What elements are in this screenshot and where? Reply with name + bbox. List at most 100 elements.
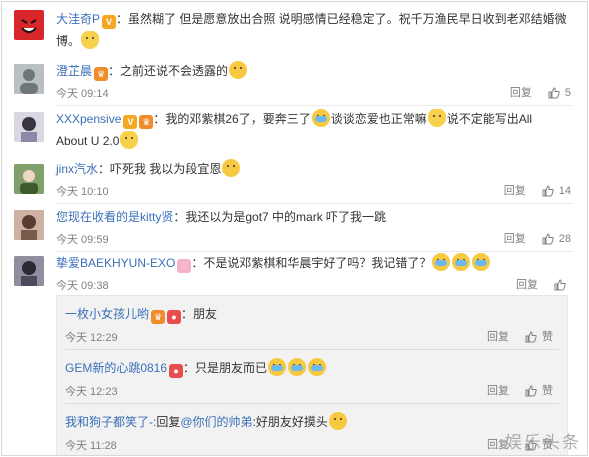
comment-text: ：虽然糊了 但是愿意放出合照 说明感情已经稳定了。祝千万渔民早日收到老邓结婚微 — [116, 12, 567, 26]
comment-text-line: 澄芷晨 ♛ ：之前还说不会透露的 — [56, 60, 577, 82]
thumbs-up-icon[interactable] — [554, 279, 566, 291]
divider — [56, 105, 573, 106]
like-count: 5 — [564, 87, 571, 99]
thumbs-up-icon[interactable] — [548, 87, 560, 99]
mention-link[interactable]: @你们的帅弟 — [180, 415, 252, 429]
comment-username[interactable]: 大洼奇P — [56, 12, 100, 26]
comment-text: ：不是说邓紫棋和华晨宇好了吗？我记错了？ — [191, 256, 432, 270]
thumbs-up-icon[interactable] — [542, 185, 554, 197]
comment-username[interactable]: XXXpensive — [56, 112, 121, 126]
balloon-badge-icon: ● — [167, 310, 182, 324]
comment-text-line: 挚爱BAEKHYUN-EXO ♡ ：不是说邓紫棋和华晨宇好了吗？我记错了？ — [56, 252, 577, 274]
reply-time: 今天 12:23 — [65, 386, 118, 398]
comment-text: 博。 — [56, 34, 81, 48]
crying-emoji-icon — [472, 253, 491, 271]
like-count: 14 — [558, 185, 571, 197]
comment-username[interactable]: 挚爱BAEKHYUN-EXO — [56, 256, 175, 270]
avatar[interactable] — [14, 64, 44, 94]
vip-badge-icon: V — [123, 115, 138, 129]
reply-text-line: 一枚小女孩儿哟 ♛ ● ：朋友 — [65, 304, 217, 324]
comment-text: ：我还以为是got7 中的mark 吓了我一跳 — [173, 210, 387, 224]
balloon-badge-icon: ● — [169, 364, 184, 378]
reply-button[interactable]: 回复 — [516, 276, 538, 294]
reply-text-line: 我和狗子都笑了-:回复@你们的帅弟:好朋友好摸头 — [65, 412, 348, 432]
reply-item: 一枚小女孩儿哟 ♛ ● ：朋友 今天 12:29 回复 赞 — [57, 296, 567, 350]
comment-time: 今天 09:59 — [56, 234, 109, 246]
reply-item: GEM新的心跳0816 ● ：只是朋友而已 今天 12:23 回复 赞 — [57, 350, 567, 404]
comment-item: 澄芷晨 ♛ ：之前还说不会透露的 今天 09:14 回复 5 — [2, 58, 587, 106]
like-count: 28 — [558, 233, 571, 245]
reply-actions: 回复 赞 — [487, 382, 553, 400]
cat-emoji-icon — [81, 31, 100, 49]
reply-time: 今天 12:29 — [65, 332, 118, 344]
cat-emoji-icon — [120, 131, 139, 149]
reply-text: :好朋友好摸头 — [252, 415, 328, 429]
reply-button[interactable]: 回复 — [487, 328, 509, 346]
crying-emoji-icon — [288, 358, 307, 376]
comment-meta: 今天 09:14 回复 5 — [56, 84, 571, 102]
reply-actions: 回复 赞 — [487, 328, 553, 346]
comment-text-line: About U 2.0 — [56, 130, 577, 152]
avatar[interactable] — [14, 210, 44, 240]
reply-button[interactable]: 回复 — [487, 382, 509, 400]
crying-emoji-icon — [268, 358, 287, 376]
comment-text-line: XXXpensive V ♛ ：我的邓紫棋26了，要奔三了 谈谈恋爱也正常嘛 说不定能写出… — [56, 108, 577, 130]
watermark: 娱乐头条 — [505, 433, 581, 452]
reply-button[interactable]: 回复 — [510, 84, 532, 102]
comment-text-line: 大洼奇P V ：虽然糊了 但是愿意放出合照 说明感情已经稳定了。祝千万渔民早日收到老… — [56, 8, 577, 30]
cat-emoji-icon — [427, 109, 446, 127]
comment-item: XXXpensive V ♛ ：我的邓紫棋26了，要奔三了 谈谈恋爱也正常嘛 说不定能写出… — [2, 108, 587, 156]
avatar[interactable] — [14, 164, 44, 194]
reply-button[interactable]: 回复 — [504, 182, 526, 200]
thinking-emoji-icon — [222, 159, 241, 177]
comment-text-line: 博。 — [56, 30, 577, 52]
comment-text: 谈谈恋爱也正常嘛 — [330, 112, 427, 126]
crying-emoji-icon — [311, 109, 330, 127]
reply-username[interactable]: 一枚小女孩儿哟 — [65, 307, 149, 321]
comment-item: 大洼奇P V ：虽然糊了 但是愿意放出合照 说明感情已经稳定了。祝千万渔民早日收到老… — [2, 2, 587, 56]
comment-text: 说不定能写出All — [446, 112, 533, 126]
comment-item: 挚爱BAEKHYUN-EXO ♡ ：不是说邓紫棋和华晨宇好了吗？我记错了？ 今天 0… — [2, 252, 587, 296]
comment-item: 您现在收看的是kitty贤：我还以为是got7 中的mark 吓了我一跳 今天 … — [2, 204, 587, 252]
reply-thread: 一枚小女孩儿哟 ♛ ● ：朋友 今天 12:29 回复 赞 GEM新的心跳0816 ●：… — [56, 295, 568, 455]
reply-item: 我和狗子都笑了-:回复@你们的帅弟:好朋友好摸头 今天 11:28 回复 赞 — [57, 404, 567, 455]
reply-meta: 今天 12:29 回复 赞 — [65, 328, 553, 346]
avatar[interactable] — [14, 112, 44, 142]
comment-meta: 今天 10:10 回复 14 — [56, 182, 571, 200]
crying-emoji-icon — [452, 253, 471, 271]
comment-username[interactable]: 您现在收看的是kitty贤 — [56, 210, 173, 224]
comment-actions: 回复 14 — [504, 182, 571, 200]
thumbs-up-icon[interactable] — [525, 331, 537, 343]
comment-meta: 今天 09:38 回复 — [56, 276, 571, 294]
reply-username[interactable]: GEM新的心跳0816 — [65, 361, 167, 375]
comment-username[interactable]: jinx汽水 — [56, 162, 98, 176]
comment-actions: 回复 28 — [504, 230, 571, 248]
comment-text: ：我的邓紫棋26了，要奔三了 — [153, 112, 311, 126]
level-badge-icon: ♛ — [151, 310, 166, 324]
fan-badge-icon: ♡ — [177, 259, 192, 273]
comment-username[interactable]: 澄芷晨 — [56, 64, 92, 78]
like-button[interactable]: 赞 — [542, 382, 553, 400]
comment-meta: 今天 09:59 回复 28 — [56, 230, 571, 248]
reply-username[interactable]: 我和狗子都笑了-: — [65, 415, 156, 429]
praying-hands-emoji-icon — [328, 412, 347, 430]
reply-meta: 今天 12:23 回复 赞 — [65, 382, 553, 400]
reply-time: 今天 11:28 — [65, 440, 117, 452]
comment-actions: 回复 5 — [510, 84, 571, 102]
reply-text: ：只是朋友而已 — [183, 361, 268, 375]
comment-text: About U 2.0 — [56, 134, 120, 148]
thumbs-up-icon[interactable] — [542, 233, 554, 245]
comment-text-line: 您现在收看的是kitty贤：我还以为是got7 中的mark 吓了我一跳 — [56, 206, 577, 228]
thumbs-up-icon[interactable] — [525, 385, 537, 397]
like-button[interactable]: 赞 — [542, 328, 553, 346]
comment-time: 今天 09:14 — [56, 88, 109, 100]
level-badge-icon: ♛ — [94, 67, 109, 81]
comment-text: ：之前还说不会透露的 — [108, 64, 229, 78]
comment-actions: 回复 — [516, 276, 571, 294]
comment-text: ：吓死我 我以为段宜恩 — [98, 162, 222, 176]
reply-prefix: 回复 — [156, 415, 181, 429]
avatar[interactable] — [14, 256, 44, 286]
comment-time: 今天 10:10 — [56, 186, 109, 198]
avatar[interactable] — [14, 10, 44, 40]
reply-button[interactable]: 回复 — [504, 230, 526, 248]
